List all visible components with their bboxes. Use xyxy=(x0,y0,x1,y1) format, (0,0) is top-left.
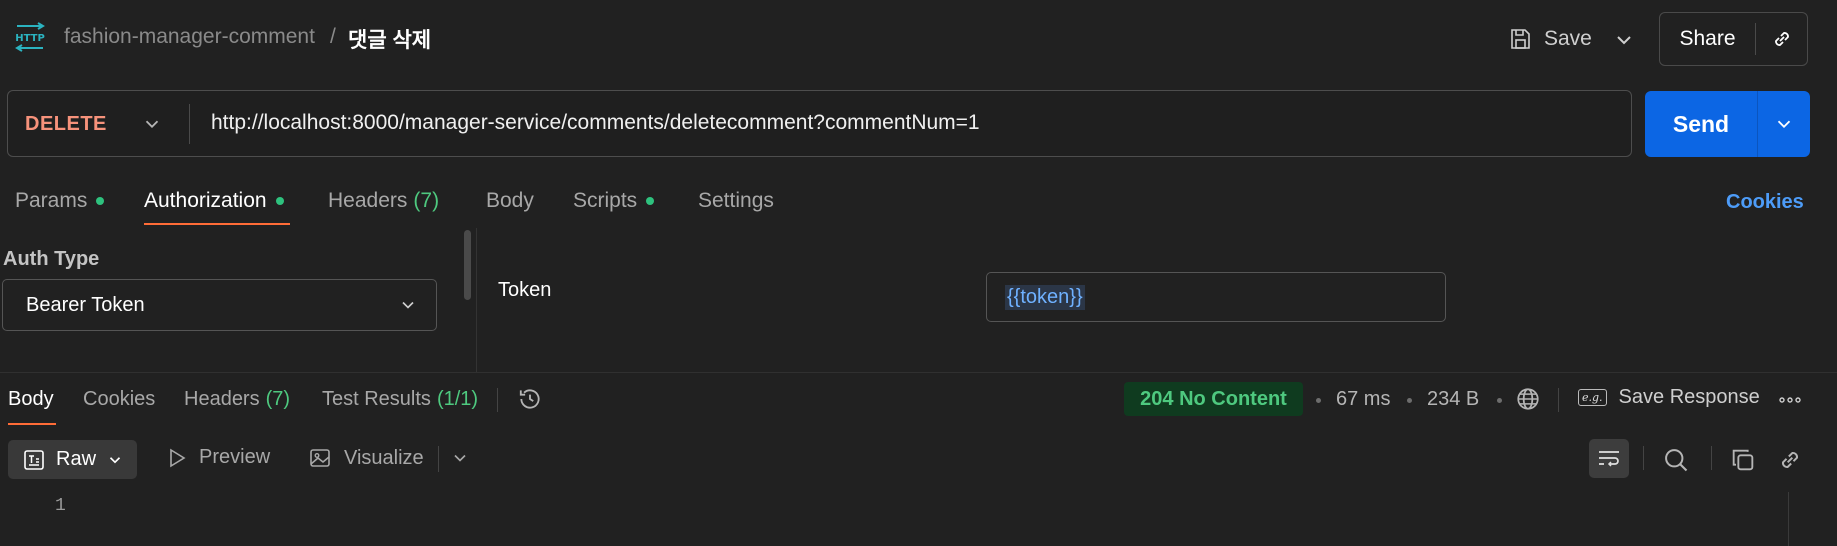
save-button[interactable]: Save xyxy=(1508,22,1592,56)
link-icon[interactable] xyxy=(1776,446,1804,474)
history-icon[interactable] xyxy=(517,386,543,412)
editor-line-number: 1 xyxy=(55,496,66,516)
url-input[interactable] xyxy=(211,111,1611,135)
text-format-icon xyxy=(22,448,46,472)
save-icon xyxy=(1508,27,1532,51)
tab-scripts[interactable]: Scripts xyxy=(573,189,655,213)
token-label: Token xyxy=(498,279,552,301)
more-options-icon[interactable] xyxy=(1778,390,1802,410)
scripts-indicator-dot xyxy=(646,197,655,205)
save-response-button[interactable]: e.g. Save Response xyxy=(1578,386,1760,409)
chevron-down-icon xyxy=(106,451,124,469)
copy-icon[interactable] xyxy=(1729,446,1757,474)
meta-bullet xyxy=(1497,398,1502,403)
method-selector[interactable]: DELETE xyxy=(25,113,107,136)
image-icon xyxy=(308,446,332,470)
response-tab-cookies[interactable]: Cookies xyxy=(83,388,155,411)
example-icon: e.g. xyxy=(1578,389,1607,406)
active-tab-underline xyxy=(144,223,290,225)
wrap-icon xyxy=(1596,447,1622,471)
auth-panel-divider xyxy=(476,228,477,372)
response-divider xyxy=(0,372,1837,373)
response-tab-body[interactable]: Body xyxy=(8,388,54,411)
save-options-chevron-down-icon[interactable] xyxy=(1612,28,1636,52)
editor-scrollbar-track[interactable] xyxy=(1788,492,1789,546)
send-options-button[interactable] xyxy=(1758,113,1810,135)
toolbar-divider xyxy=(1643,446,1644,470)
method-chevron-down-icon[interactable] xyxy=(141,113,163,135)
tab-body[interactable]: Body xyxy=(486,189,534,213)
send-group: Send xyxy=(1645,91,1810,157)
response-size[interactable]: 234 B xyxy=(1427,388,1479,411)
auth-type-select[interactable]: Bearer Token xyxy=(2,279,437,331)
preview-button[interactable]: Preview xyxy=(167,446,270,469)
search-icon[interactable] xyxy=(1662,446,1690,474)
tab-headers[interactable]: Headers (7) xyxy=(328,189,439,213)
response-active-tab-underline xyxy=(8,423,56,425)
globe-icon[interactable] xyxy=(1515,386,1541,412)
svg-text:HTTP: HTTP xyxy=(15,33,45,44)
tab-settings[interactable]: Settings xyxy=(698,189,774,213)
meta-divider xyxy=(1558,388,1559,412)
token-input[interactable]: {{token}} xyxy=(986,272,1446,322)
meta-bullet xyxy=(1316,398,1321,403)
response-tabs-divider xyxy=(497,388,498,412)
token-variable: {{token}} xyxy=(1005,284,1085,310)
send-button[interactable]: Send xyxy=(1645,111,1757,138)
status-badge[interactable]: 204 No Content xyxy=(1124,382,1303,416)
authorization-indicator-dot xyxy=(275,197,284,205)
link-icon xyxy=(1770,27,1794,51)
breadcrumb-separator: / xyxy=(330,25,336,48)
request-title[interactable]: 댓글 삭제 xyxy=(348,24,431,54)
url-divider xyxy=(189,104,190,144)
tab-authorization[interactable]: Authorization xyxy=(144,189,284,213)
breadcrumb-collection[interactable]: fashion-manager-comment xyxy=(64,25,315,49)
auth-panel-scrollbar[interactable] xyxy=(464,230,471,300)
save-label: Save xyxy=(1544,27,1592,50)
auth-type-value: Bearer Token xyxy=(26,293,145,316)
visualize-options-chevron-down-icon[interactable] xyxy=(450,448,470,468)
response-tab-headers[interactable]: Headers (7) xyxy=(184,388,290,411)
cookies-link[interactable]: Cookies xyxy=(1726,191,1804,214)
meta-bullet xyxy=(1407,398,1412,403)
auth-type-label: Auth Type xyxy=(3,248,100,270)
toolbar-divider xyxy=(438,446,439,472)
raw-format-button[interactable]: Raw xyxy=(8,440,137,479)
tab-params[interactable]: Params xyxy=(15,189,105,213)
http-request-icon: HTTP xyxy=(14,22,46,52)
toolbar-divider xyxy=(1711,446,1712,470)
params-indicator-dot xyxy=(96,197,105,205)
share-group: Share xyxy=(1659,12,1808,66)
response-time[interactable]: 67 ms xyxy=(1336,388,1390,411)
chevron-down-icon xyxy=(398,295,418,315)
share-button[interactable]: Share xyxy=(1660,27,1755,51)
visualize-button[interactable]: Visualize xyxy=(308,446,424,470)
chevron-down-icon xyxy=(1773,113,1795,135)
wrap-lines-button[interactable] xyxy=(1589,439,1629,478)
play-icon xyxy=(167,447,187,469)
copy-link-button[interactable] xyxy=(1756,27,1807,51)
response-tab-test-results[interactable]: Test Results (1/1) xyxy=(322,388,478,411)
